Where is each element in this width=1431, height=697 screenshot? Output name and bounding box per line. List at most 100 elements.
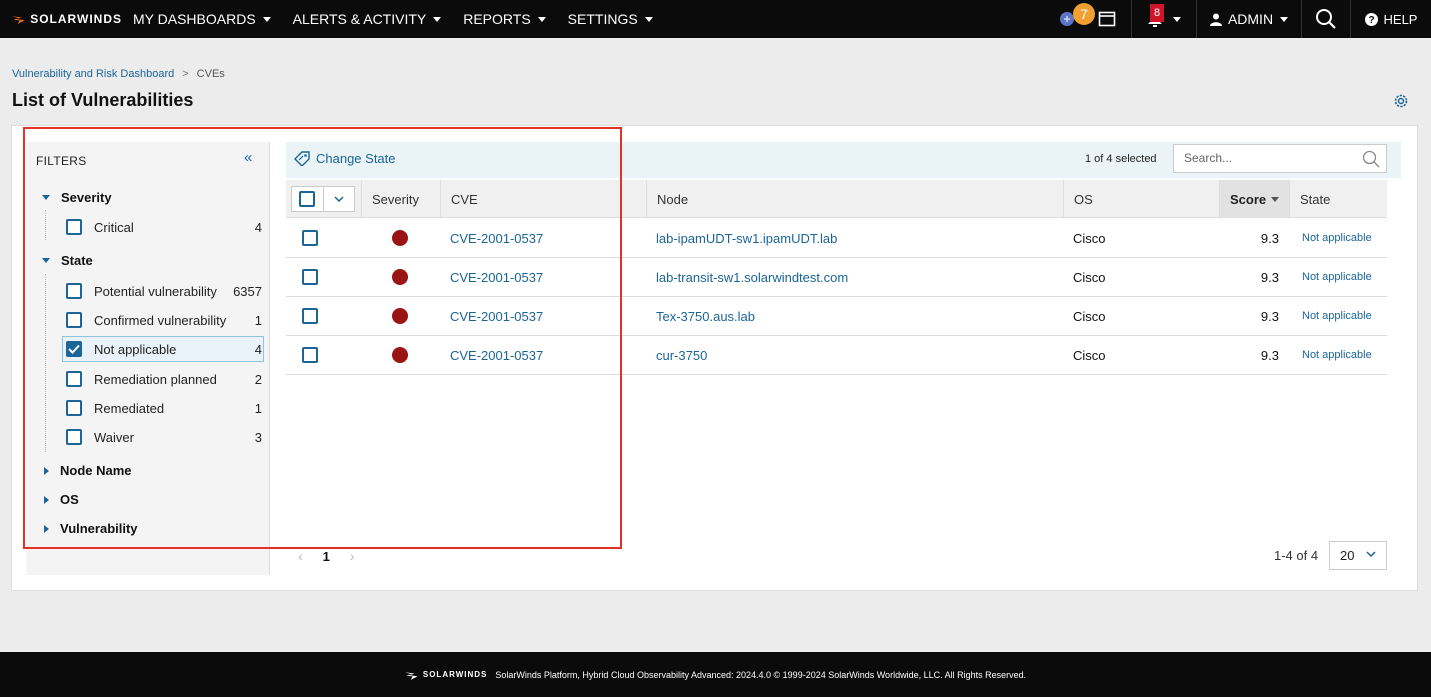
news-button[interactable]: 7: [1059, 0, 1095, 38]
nav-reports[interactable]: REPORTS: [452, 0, 556, 38]
filter-group-node-name[interactable]: Node Name: [42, 463, 132, 478]
solarwinds-flame-icon: [12, 16, 25, 24]
row-checkbox[interactable]: [302, 347, 318, 363]
column-header-score[interactable]: Score: [1219, 180, 1289, 218]
checkbox[interactable]: [66, 219, 82, 235]
row-checkbox[interactable]: [302, 308, 318, 324]
node-link[interactable]: lab-transit-sw1.solarwindtest.com: [656, 258, 848, 296]
score-cell: 9.3: [1260, 347, 1279, 363]
table-toolbar: Change State 1 of 4 selected: [286, 142, 1401, 178]
cve-link[interactable]: CVE-2001-0537: [450, 258, 543, 296]
collapsed-caret-icon: [44, 495, 49, 504]
collapse-filters-icon[interactable]: «: [244, 149, 252, 166]
filter-option-confirmed-vulnerability[interactable]: Confirmed vulnerability 1: [62, 307, 264, 333]
chevron-down-icon: [537, 16, 546, 22]
table-search-box[interactable]: [1173, 144, 1387, 173]
svg-text:?: ?: [1368, 15, 1374, 26]
chevron-down-icon: [644, 16, 653, 22]
row-checkbox[interactable]: [302, 269, 318, 285]
alerts-button[interactable]: 8: [1132, 0, 1196, 38]
checkbox[interactable]: [66, 429, 82, 445]
chevron-down-icon: [262, 16, 271, 22]
node-link[interactable]: lab-ipamUDT-sw1.ipamUDT.lab: [656, 219, 837, 257]
state-link[interactable]: Not applicable: [1302, 258, 1372, 296]
global-search-button[interactable]: [1302, 0, 1350, 38]
filter-option-potential-vulnerability[interactable]: Potential vulnerability 6357: [62, 278, 264, 304]
filter-option-remediation-planned[interactable]: Remediation planned 2: [62, 366, 264, 392]
node-link[interactable]: cur-3750: [656, 336, 707, 374]
column-header-severity[interactable]: Severity: [361, 180, 440, 218]
table-row[interactable]: CVE-2001-0537 Tex-3750.aus.lab Cisco 9.3…: [286, 297, 1387, 336]
user-menu[interactable]: ADMIN: [1197, 0, 1301, 38]
cve-link[interactable]: CVE-2001-0537: [450, 336, 543, 374]
gear-icon: [1394, 94, 1408, 108]
chevron-down-icon: [433, 16, 442, 22]
column-header-cve[interactable]: CVE: [440, 180, 646, 218]
checkbox[interactable]: [66, 400, 82, 416]
filter-option-not-applicable[interactable]: Not applicable 4: [62, 336, 264, 362]
previous-page-icon[interactable]: ‹: [298, 548, 303, 564]
select-options-dropdown[interactable]: [322, 187, 354, 211]
collapsed-caret-icon: [44, 466, 49, 475]
nav-alerts-activity[interactable]: ALERTS & ACTIVITY: [282, 0, 453, 38]
top-navigation: SOLARWINDS MY DASHBOARDS ALERTS & ACTIVI…: [0, 0, 1431, 38]
nav-my-dashboards[interactable]: MY DASHBOARDS: [122, 0, 282, 38]
cve-link[interactable]: CVE-2001-0537: [450, 219, 543, 257]
expanded-caret-icon: [42, 195, 50, 200]
state-link[interactable]: Not applicable: [1302, 219, 1372, 257]
table-row[interactable]: CVE-2001-0537 cur-3750 Cisco 9.3 Not app…: [286, 336, 1387, 375]
filter-group-os[interactable]: OS: [42, 492, 79, 507]
page-size-select[interactable]: 20: [1329, 541, 1387, 570]
expanded-caret-icon: [42, 258, 50, 263]
page-settings-button[interactable]: [1392, 92, 1410, 115]
row-checkbox[interactable]: [302, 230, 318, 246]
checkbox[interactable]: [66, 371, 82, 387]
chevron-down-icon: [334, 196, 344, 202]
solarwinds-logo[interactable]: SOLARWINDS: [12, 12, 122, 26]
search-icon[interactable]: [1362, 150, 1380, 168]
help-label: HELP: [1383, 11, 1418, 27]
checkbox[interactable]: [66, 312, 82, 328]
checkbox[interactable]: [66, 283, 82, 299]
result-range: 1-4 of 4: [1274, 548, 1319, 563]
help-icon: ?: [1364, 12, 1378, 26]
search-input[interactable]: [1184, 151, 1354, 165]
column-header-node[interactable]: Node: [646, 180, 1063, 218]
filters-sidebar: FILTERS « Severity Critical 4 State Pote…: [26, 142, 270, 575]
user-name: ADMIN: [1227, 11, 1274, 27]
filter-option-waiver[interactable]: Waiver 3: [62, 424, 264, 450]
table-row[interactable]: CVE-2001-0537 lab-ipamUDT-sw1.ipamUDT.la…: [286, 219, 1387, 258]
select-all-control[interactable]: [291, 186, 355, 212]
select-all-checkbox[interactable]: [299, 191, 316, 207]
table-row[interactable]: CVE-2001-0537 lab-transit-sw1.solarwindt…: [286, 258, 1387, 297]
cve-link[interactable]: CVE-2001-0537: [450, 297, 543, 335]
chevron-down-icon: [1280, 16, 1289, 22]
checkbox-checked[interactable]: [66, 341, 82, 357]
filter-option-remediated[interactable]: Remediated 1: [62, 395, 264, 421]
os-cell: Cisco: [1073, 347, 1106, 363]
help-button[interactable]: ? HELP: [1351, 0, 1431, 38]
column-header-state[interactable]: State: [1289, 180, 1387, 218]
filter-count: 4: [254, 341, 262, 357]
filter-count: 1: [254, 400, 262, 416]
search-icon: [1316, 9, 1336, 29]
chevron-down-icon: [1366, 551, 1376, 557]
filter-group-vulnerability[interactable]: Vulnerability: [42, 521, 138, 536]
filter-group-state[interactable]: State: [42, 253, 93, 268]
current-page[interactable]: 1: [323, 549, 330, 564]
state-link[interactable]: Not applicable: [1302, 336, 1372, 374]
nav-settings[interactable]: SETTINGS: [557, 0, 664, 38]
solarwinds-flame-icon: [404, 671, 418, 680]
change-state-button[interactable]: Change State: [294, 151, 396, 166]
breadcrumb-separator: >: [182, 68, 189, 80]
column-header-os[interactable]: OS: [1063, 180, 1219, 218]
breadcrumb-parent-link[interactable]: Vulnerability and Risk Dashboard: [12, 68, 174, 80]
node-link[interactable]: Tex-3750.aus.lab: [656, 297, 755, 335]
next-page-icon[interactable]: ›: [350, 548, 355, 564]
windows-button[interactable]: [1095, 0, 1119, 38]
state-link[interactable]: Not applicable: [1302, 297, 1372, 335]
filter-option-critical[interactable]: Critical 4: [62, 214, 264, 240]
filter-group-severity[interactable]: Severity: [42, 190, 112, 205]
footer: SOLARWINDS SolarWinds Platform, Hybrid C…: [0, 652, 1431, 697]
breadcrumb-current: CVEs: [196, 68, 225, 80]
